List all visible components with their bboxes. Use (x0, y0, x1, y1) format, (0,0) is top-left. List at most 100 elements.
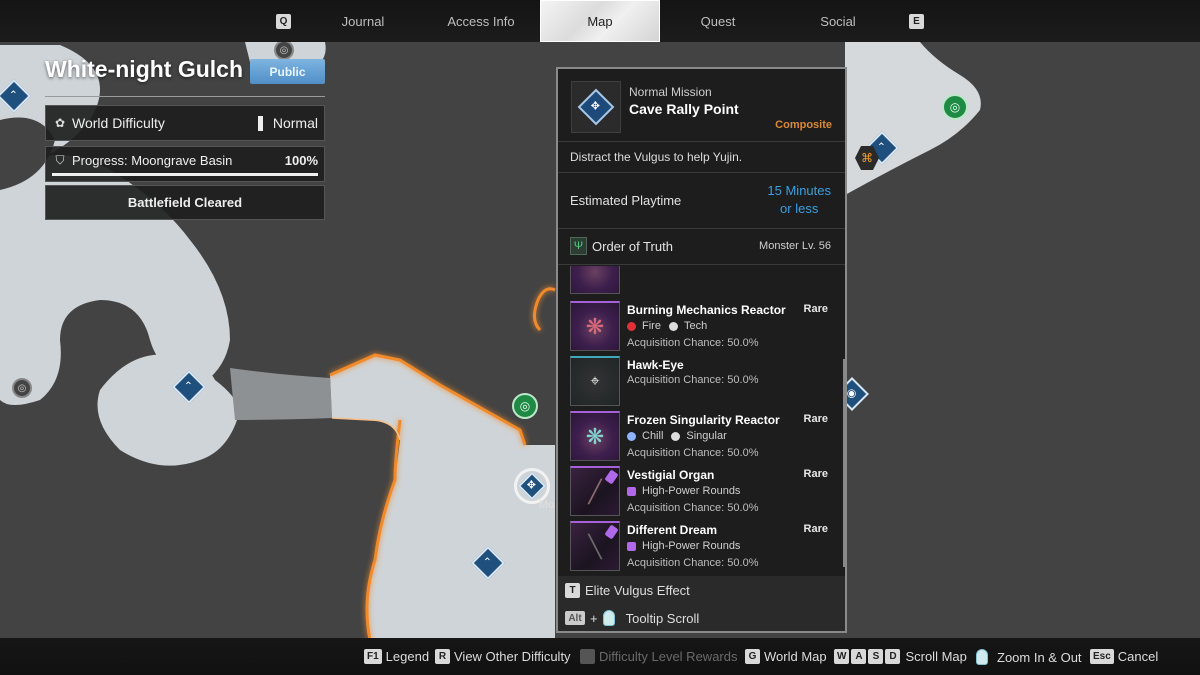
shield-icon: ⛉ (55, 152, 65, 167)
map-marker-vulgus-outpost[interactable]: ◎ (512, 393, 538, 419)
world-difficulty-label: World Difficulty (72, 115, 165, 131)
monster-level: Monster Lv. 56 (759, 240, 831, 252)
key-g: G (745, 649, 760, 664)
playtime-label: Estimated Playtime (570, 193, 682, 208)
weapon-icon: ╲ (570, 521, 620, 571)
tab-journal[interactable]: Journal (322, 0, 404, 42)
key-d: D (885, 649, 901, 664)
world-difficulty-row[interactable]: ✿ World Difficulty Normal (45, 105, 325, 141)
key-t: T (565, 583, 580, 598)
high-power-rounds-icon (627, 541, 636, 551)
reward-name: Frozen Singularity Reactor (627, 413, 780, 427)
high-power-rounds-icon (627, 486, 636, 496)
reward-tags: Chill Singular (627, 430, 727, 442)
reward-item[interactable]: ╱ Vestigial Organ Rare High-Power Rounds… (570, 466, 840, 519)
legend-label: Legend (385, 649, 430, 664)
map-marker-inactive[interactable]: ◎ (274, 40, 294, 60)
playtime-value-line2: or less (780, 201, 819, 216)
reward-chance: Acquisition Chance: 50.0% (627, 447, 759, 459)
singular-icon (671, 431, 681, 441)
scroll-map-label: Scroll Map (905, 649, 967, 664)
mission-type: Normal Mission (629, 85, 712, 99)
key-r: R (435, 649, 450, 664)
faction-name: Order of Truth (592, 239, 673, 254)
difficulty-level-indicator (257, 115, 263, 131)
top-navigation: Q Journal Access Info Map Quest Social E (0, 0, 1200, 42)
bottom-hint-bar: F1 Legend R View Other Difficulty Diffic… (0, 638, 1200, 675)
tab-social[interactable]: Social (800, 0, 876, 42)
cancel-hint[interactable]: Esc Cancel (1090, 649, 1158, 664)
reward-chance: Acquisition Chance: 50.0% (627, 374, 759, 386)
chill-icon (627, 431, 636, 441)
map-marker-special-operation[interactable]: ⌘ (855, 146, 879, 170)
elite-vulgus-effect-hint[interactable]: T Elite Vulgus Effect (565, 583, 690, 598)
reward-tag: Chill (642, 430, 664, 442)
key-f1: F1 (364, 649, 382, 664)
mouse-wheel-icon (976, 649, 988, 665)
map-marker-vulgus-outpost[interactable]: ◎ (942, 94, 968, 120)
zoom-hint[interactable]: Zoom In & Out (976, 649, 1082, 665)
plus-sign: + (590, 610, 598, 626)
map-marker-inactive[interactable]: ◎ (12, 378, 32, 398)
world-difficulty-value: Normal (272, 115, 318, 131)
reward-item[interactable]: ❋ Frozen Singularity Reactor Rare Chill … (570, 411, 840, 464)
reward-item[interactable]: ╲ Different Dream Rare High-Power Rounds… (570, 521, 840, 574)
reward-tag: High-Power Rounds (642, 485, 741, 497)
map-screen: ⌃ ⌃ ⌃ ⌃ ◉ ◎ ◎ ◎ ◎ ⌘ ✥ Mo Q Journal Acces… (0, 0, 1200, 675)
key-s: S (868, 649, 884, 664)
difficulty-level-rewards-hint: Difficulty Level Rewards (580, 649, 737, 664)
faction-row: Ψ Order of Truth Monster Lv. 56 (558, 229, 845, 265)
progress-bar (52, 173, 318, 176)
tab-map[interactable]: Map (540, 0, 660, 42)
prev-tab-key[interactable]: Q (276, 14, 291, 29)
reward-rarity: Rare (803, 523, 828, 535)
world-map-label: World Map (764, 649, 827, 664)
reward-item[interactable]: ❋ Burning Mechanics Reactor Rare Fire Te… (570, 301, 840, 354)
map-cursor-label: Mo (539, 499, 555, 511)
tab-quest[interactable]: Quest (680, 0, 756, 42)
world-difficulty-icon: ✿ (54, 116, 66, 130)
battlefield-status-button[interactable]: Battlefield Cleared (45, 185, 325, 220)
map-marker-waypoint[interactable]: ⌃ (471, 546, 505, 580)
reward-chance: Acquisition Chance: 50.0% (627, 337, 759, 349)
reward-name: Hawk-Eye (627, 358, 684, 372)
reward-chance: Acquisition Chance: 50.0% (627, 502, 759, 514)
reward-tags: High-Power Rounds (627, 540, 740, 552)
reward-name: Burning Mechanics Reactor (627, 303, 786, 317)
reward-list-scrollbar[interactable] (843, 359, 845, 567)
next-tab-key[interactable]: E (909, 14, 924, 29)
mission-description: Distract the Vulgus to help Yujin. (558, 142, 845, 173)
view-other-difficulty-hint[interactable]: R View Other Difficulty (435, 649, 571, 664)
mission-panel-footer: T Elite Vulgus Effect Alt + Tooltip Scro… (558, 576, 845, 631)
mission-tooltip-panel: ✥ Normal Mission Cave Rally Point Compos… (556, 67, 847, 633)
visibility-badge[interactable]: Public (250, 59, 325, 84)
fire-icon (627, 321, 636, 331)
difficulty-level-rewards-label: Difficulty Level Rewards (599, 649, 738, 664)
faction-icon: Ψ (570, 237, 587, 255)
reward-name: Different Dream (627, 523, 718, 537)
reward-list[interactable]: ❋ Burning Mechanics Reactor Rare Fire Te… (558, 266, 845, 576)
playtime-value-line1: 15 Minutes (767, 183, 831, 198)
reward-name: Vestigial Organ (627, 468, 715, 482)
reward-item-partial[interactable] (570, 266, 840, 297)
legend-hint[interactable]: F1 Legend (364, 649, 429, 664)
scroll-map-hint[interactable]: W A S D Scroll Map (834, 649, 967, 664)
reward-tag: High-Power Rounds (642, 540, 741, 552)
reward-rarity: Rare (803, 468, 828, 480)
reward-item[interactable]: ⌖ Hawk-Eye Acquisition Chance: 50.0% (570, 356, 840, 409)
tab-access-info[interactable]: Access Info (436, 0, 526, 42)
reward-tags: Fire Tech (627, 320, 707, 332)
world-map-hint[interactable]: G World Map (745, 649, 827, 664)
mission-tag: Composite (775, 119, 832, 131)
key-esc: Esc (1090, 649, 1114, 664)
reactor-icon: ❋ (570, 411, 620, 461)
map-marker-waypoint[interactable]: ⌃ (172, 370, 206, 404)
map-marker-waypoint[interactable]: ⌃ (0, 79, 31, 113)
title-divider (45, 96, 325, 97)
tooltip-scroll-hint: Alt + Tooltip Scroll (565, 610, 699, 626)
reactor-icon: ❋ (570, 301, 620, 351)
mouse-wheel-icon (602, 610, 615, 626)
mission-name: Cave Rally Point (629, 101, 739, 117)
reward-tag: Tech (683, 320, 708, 332)
mission-header: ✥ Normal Mission Cave Rally Point Compos… (558, 69, 845, 142)
